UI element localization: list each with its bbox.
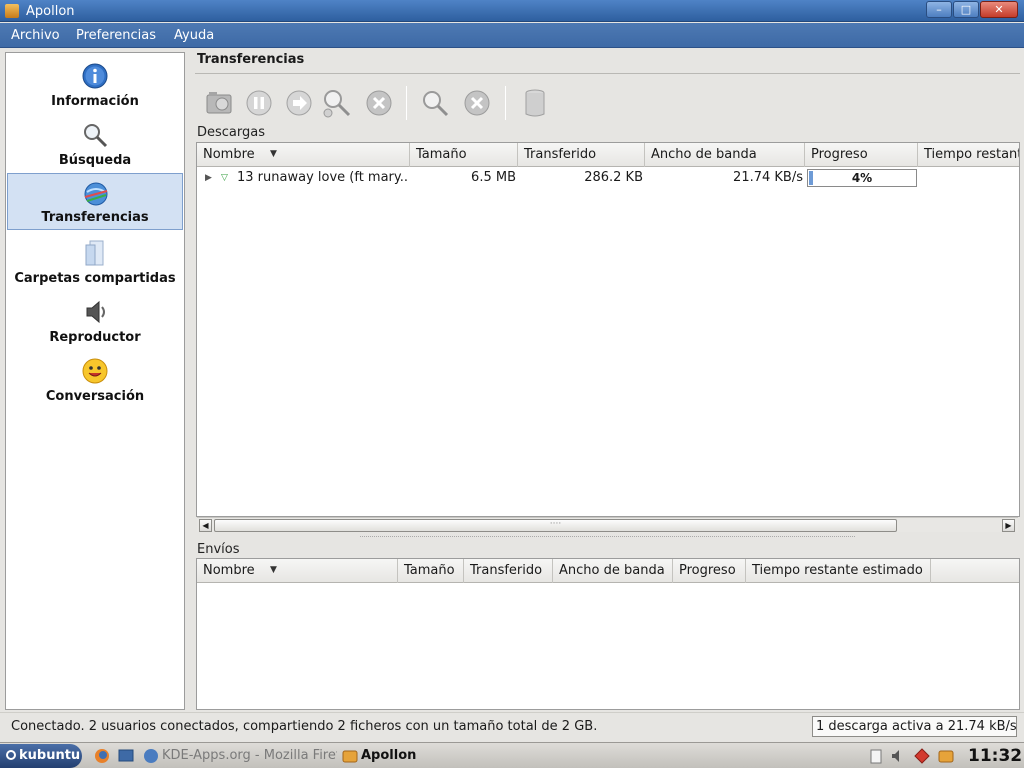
sort-desc-icon: ▼ <box>270 149 277 159</box>
sidebar-item-reproductor[interactable]: Reproductor <box>7 292 183 349</box>
minimize-button[interactable]: – <box>926 1 952 18</box>
download-status-icon: ▽ <box>221 173 228 183</box>
cancel-icon[interactable] <box>362 86 396 120</box>
menu-archivo[interactable]: Archivo <box>11 28 60 43</box>
downloads-horizontal-scrollbar[interactable]: ◀ ···· ▶ <box>197 517 1018 532</box>
column-header-tamano[interactable]: Tamaño <box>410 143 518 167</box>
progress-text: 4% <box>851 171 873 185</box>
start-menu-button[interactable]: kubuntu <box>0 744 82 768</box>
pause-icon[interactable] <box>242 86 276 120</box>
menu-ayuda[interactable]: Ayuda <box>174 28 214 43</box>
sort-desc-icon: ▼ <box>270 565 277 575</box>
column-header-tamano[interactable]: Tamaño <box>398 559 464 583</box>
menu-preferencias[interactable]: Preferencias <box>76 28 156 43</box>
scroll-left-icon[interactable]: ◀ <box>199 519 212 532</box>
sidebar-item-transferencias[interactable]: Transferencias <box>7 173 183 230</box>
downloads-table: Nombre ▼ Tamaño Transferido Ancho de ban… <box>196 142 1020 517</box>
firefox-icon[interactable] <box>94 748 110 764</box>
update-notifier-icon[interactable] <box>914 748 930 764</box>
download-name: 13 runaway love (ft mary... <box>237 170 409 185</box>
remove-icon[interactable] <box>460 86 494 120</box>
column-header-tiempo-restante[interactable]: Tiempo restante estimado <box>746 559 931 583</box>
maximize-button[interactable]: □ <box>953 1 979 18</box>
column-header-tiempo-restante[interactable]: Tiempo restant <box>918 143 1019 167</box>
scroll-right-icon[interactable]: ▶ <box>1002 519 1015 532</box>
apollon-app-icon <box>5 4 19 18</box>
column-header-progreso[interactable]: Progreso <box>805 143 918 167</box>
trash-icon[interactable] <box>518 86 552 120</box>
table-row[interactable]: ▶ ▽ 13 runaway love (ft mary... 6.5 MB 2… <box>197 168 1019 188</box>
clipboard-icon[interactable] <box>868 748 884 764</box>
browser-task-icon <box>144 749 158 763</box>
page-title: Transferencias <box>197 52 305 67</box>
column-header-progreso[interactable]: Progreso <box>673 559 746 583</box>
clean-icon[interactable] <box>202 86 236 120</box>
expand-icon[interactable]: ▶ <box>205 168 217 188</box>
start-label: kubuntu <box>19 748 81 763</box>
transfer-globe-icon <box>84 182 108 206</box>
toolbar-separator <box>505 86 506 120</box>
sidebar: Información Búsqueda Transferencias Carp… <box>5 52 185 710</box>
uploads-table: Nombre ▼ Tamaño Transferido Ancho de ban… <box>196 558 1020 710</box>
column-header-ancho-de-banda[interactable]: Ancho de banda <box>553 559 673 583</box>
status-message: Conectado. 2 usuarios conectados, compar… <box>11 719 598 734</box>
column-header-transferido[interactable]: Transferido <box>464 559 553 583</box>
column-header-ancho-de-banda[interactable]: Ancho de banda <box>645 143 805 167</box>
magnifier-icon <box>84 124 108 148</box>
column-header-transferido[interactable]: Transferido <box>518 143 645 167</box>
window-title: Apollon <box>26 4 75 19</box>
sidebar-item-label: Carpetas compartidas <box>14 271 176 286</box>
sidebar-item-label: Búsqueda <box>58 153 132 168</box>
kubuntu-logo-icon <box>6 750 16 760</box>
desktop-icon[interactable] <box>118 748 134 764</box>
close-button[interactable]: ✕ <box>980 1 1018 18</box>
sidebar-item-informacion[interactable]: Información <box>7 56 183 113</box>
search-sources-icon[interactable] <box>320 86 354 120</box>
download-size: 6.5 MB <box>471 170 516 185</box>
apollon-task-icon <box>342 750 358 763</box>
downloads-label: Descargas <box>197 125 266 140</box>
sidebar-item-label: Información <box>51 94 139 109</box>
sidebar-item-label: Reproductor <box>49 330 141 345</box>
active-downloads-status: 1 descarga activa a 21.74 kB/s <box>812 716 1017 737</box>
sidebar-item-busqueda[interactable]: Búsqueda <box>7 115 183 172</box>
taskbar-task-firefox[interactable]: KDE-Apps.org - Mozilla Firef <box>162 746 337 766</box>
menu-bar: Archivo Preferencias Ayuda <box>0 23 1024 48</box>
resume-icon[interactable] <box>282 86 316 120</box>
taskbar: kubuntu KDE-Apps.org - Mozilla Firef Apo… <box>0 742 1024 768</box>
speaker-icon <box>86 300 105 324</box>
sidebar-item-label: Conversación <box>45 389 145 404</box>
scroll-thumb[interactable]: ···· <box>214 519 897 532</box>
info-icon <box>82 63 108 89</box>
search-icon[interactable] <box>418 86 452 120</box>
smiley-icon <box>82 358 108 384</box>
sidebar-item-conversacion[interactable]: Conversación <box>7 351 183 408</box>
shared-folder-icon <box>85 240 104 266</box>
column-header-nombre[interactable]: Nombre <box>197 143 410 167</box>
download-bandwidth: 21.74 KB/s <box>733 170 803 185</box>
panel-splitter[interactable] <box>360 536 855 539</box>
column-header-nombre[interactable]: Nombre <box>197 559 398 583</box>
transfer-toolbar <box>200 84 560 122</box>
sidebar-item-carpetas-compartidas[interactable]: Carpetas compartidas <box>7 233 183 290</box>
download-transferred: 286.2 KB <box>584 170 643 185</box>
uploads-label: Envíos <box>197 542 240 557</box>
downloads-table-header: Nombre ▼ Tamaño Transferido Ancho de ban… <box>197 143 1019 167</box>
apollon-tray-icon[interactable] <box>938 748 954 764</box>
taskbar-task-apollon[interactable]: Apollon <box>361 746 481 766</box>
title-bar: Apollon – □ ✕ <box>0 0 1024 22</box>
sidebar-item-label: Transferencias <box>41 210 149 225</box>
toolbar-separator <box>406 86 407 120</box>
download-progress-bar: 4% <box>807 169 917 187</box>
volume-icon[interactable] <box>890 748 906 764</box>
title-divider <box>195 73 1020 74</box>
status-bar: Conectado. 2 usuarios conectados, compar… <box>0 712 1024 740</box>
uploads-table-header: Nombre ▼ Tamaño Transferido Ancho de ban… <box>197 559 1019 583</box>
clock: 11:32 <box>968 746 1023 766</box>
